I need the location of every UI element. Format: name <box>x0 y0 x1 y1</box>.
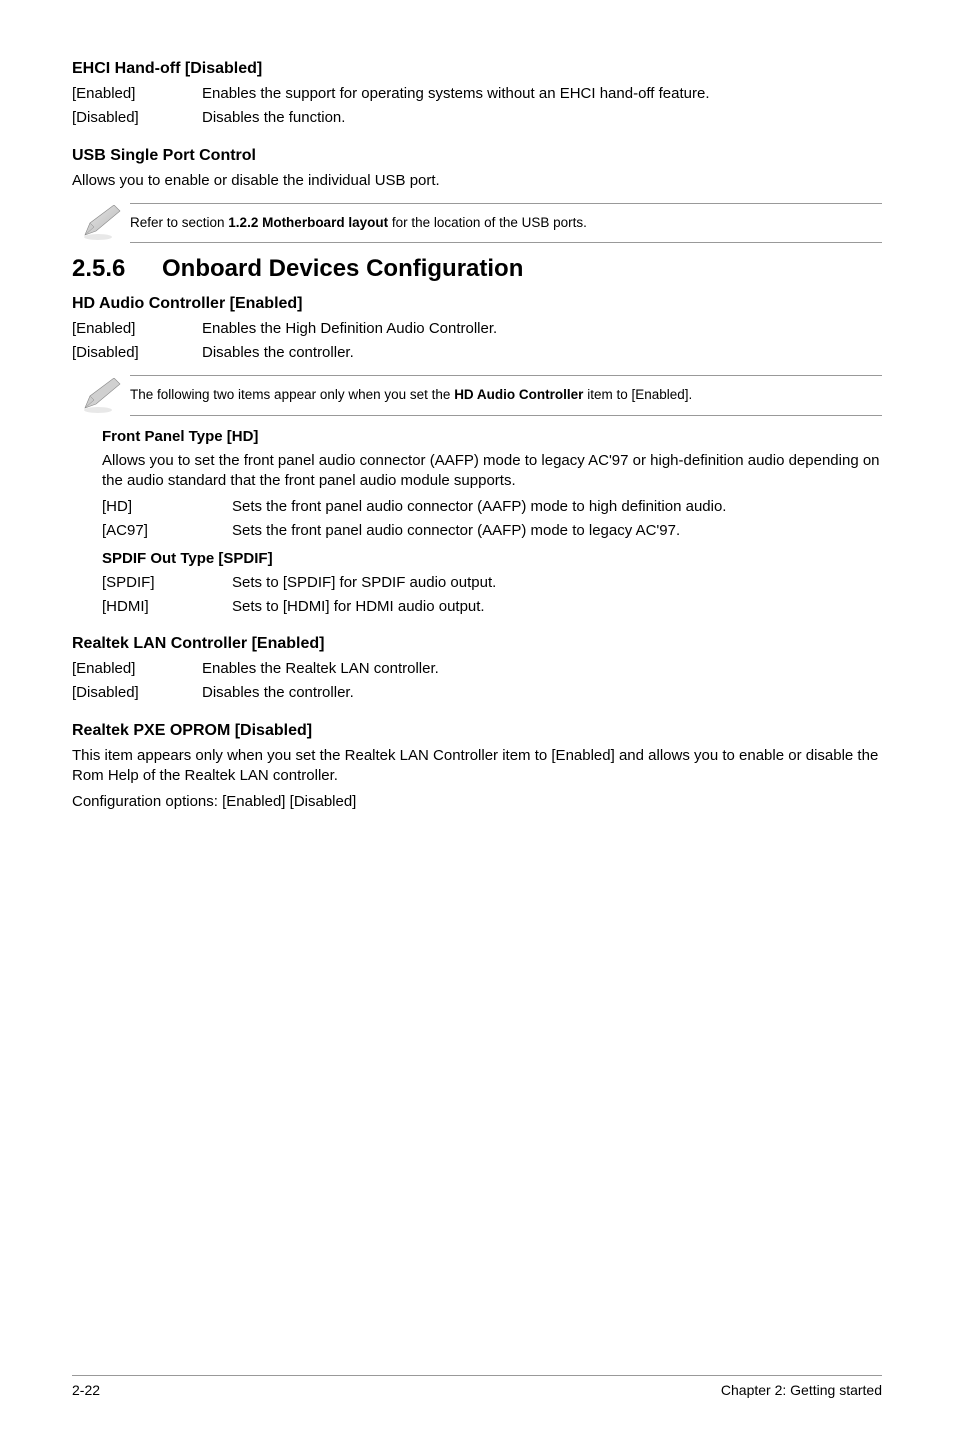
ehci-title: EHCI Hand-off [Disabled] <box>72 60 882 78</box>
row-val: Enables the High Definition Audio Contro… <box>202 319 882 339</box>
row-key: [Enabled] <box>72 659 202 679</box>
row-val: Enables the support for operating system… <box>202 84 882 104</box>
realtek-pxe-desc2: Configuration options: [Enabled] [Disabl… <box>72 792 882 812</box>
row-key: [AC97] <box>102 521 232 541</box>
row-val: Sets to [HDMI] for HDMI audio output. <box>232 597 882 617</box>
row-key: [Disabled] <box>72 108 202 128</box>
row-val: Sets to [SPDIF] for SPDIF audio output. <box>232 573 882 593</box>
row-key: [Disabled] <box>72 343 202 363</box>
note-text: The following two items appear only when… <box>130 375 882 415</box>
note1-bold: 1.2.2 Motherboard layout <box>228 215 388 230</box>
row-key: [HDMI] <box>102 597 232 617</box>
chapter-label: Chapter 2: Getting started <box>721 1382 882 1398</box>
row-val: Sets the front panel audio connector (AA… <box>232 521 882 541</box>
section-heading: 2.5.6Onboard Devices Configuration <box>72 255 882 283</box>
section-num: 2.5.6 <box>72 255 162 283</box>
realtek-pxe-title: Realtek PXE OPROM [Disabled] <box>72 722 882 740</box>
row-key: [HD] <box>102 497 232 517</box>
indented-block: Front Panel Type [HD] Allows you to set … <box>102 428 882 618</box>
realtek-lan-title: Realtek LAN Controller [Enabled] <box>72 635 882 653</box>
hd-audio-row-disabled: [Disabled] Disables the controller. <box>72 343 882 363</box>
note-block-2: The following two items appear only when… <box>72 375 882 415</box>
note1-suffix: for the location of the USB ports. <box>388 215 587 230</box>
pencil-note-icon <box>80 378 122 414</box>
realtek-lan-row-enabled: [Enabled] Enables the Realtek LAN contro… <box>72 659 882 679</box>
note1-prefix: Refer to section <box>130 215 228 230</box>
spdif-title: SPDIF Out Type [SPDIF] <box>102 550 882 567</box>
note-icon-col <box>72 378 130 414</box>
ehci-row-enabled: [Enabled] Enables the support for operat… <box>72 84 882 104</box>
page-number: 2-22 <box>72 1382 100 1398</box>
hd-audio-row-enabled: [Enabled] Enables the High Definition Au… <box>72 319 882 339</box>
note-text: Refer to section 1.2.2 Motherboard layou… <box>130 203 882 243</box>
hd-audio-title: HD Audio Controller [Enabled] <box>72 295 882 313</box>
row-val: Enables the Realtek LAN controller. <box>202 659 882 679</box>
row-key: [SPDIF] <box>102 573 232 593</box>
usb-single-title: USB Single Port Control <box>72 147 882 165</box>
usb-single-desc: Allows you to enable or disable the indi… <box>72 171 882 191</box>
note-block-1: Refer to section 1.2.2 Motherboard layou… <box>72 203 882 243</box>
note-icon-col <box>72 205 130 241</box>
row-key: [Enabled] <box>72 319 202 339</box>
spdif-row-hdmi: [HDMI] Sets to [HDMI] for HDMI audio out… <box>102 597 882 617</box>
row-key: [Enabled] <box>72 84 202 104</box>
front-panel-desc: Allows you to set the front panel audio … <box>102 451 882 492</box>
realtek-pxe-desc1: This item appears only when you set the … <box>72 746 882 787</box>
front-panel-row-ac97: [AC97] Sets the front panel audio connec… <box>102 521 882 541</box>
note2-bold: HD Audio Controller <box>454 387 583 402</box>
note2-prefix: The following two items appear only when… <box>130 387 454 402</box>
row-val: Disables the controller. <box>202 343 882 363</box>
row-val: Sets the front panel audio connector (AA… <box>232 497 882 517</box>
row-val: Disables the function. <box>202 108 882 128</box>
realtek-lan-row-disabled: [Disabled] Disables the controller. <box>72 683 882 703</box>
front-panel-row-hd: [HD] Sets the front panel audio connecto… <box>102 497 882 517</box>
page-footer: 2-22 Chapter 2: Getting started <box>72 1375 882 1398</box>
spdif-row-spdif: [SPDIF] Sets to [SPDIF] for SPDIF audio … <box>102 573 882 593</box>
ehci-row-disabled: [Disabled] Disables the function. <box>72 108 882 128</box>
section-title: Onboard Devices Configuration <box>162 255 523 282</box>
note2-suffix: item to [Enabled]. <box>583 387 692 402</box>
pencil-note-icon <box>80 205 122 241</box>
row-key: [Disabled] <box>72 683 202 703</box>
front-panel-title: Front Panel Type [HD] <box>102 428 882 445</box>
row-val: Disables the controller. <box>202 683 882 703</box>
